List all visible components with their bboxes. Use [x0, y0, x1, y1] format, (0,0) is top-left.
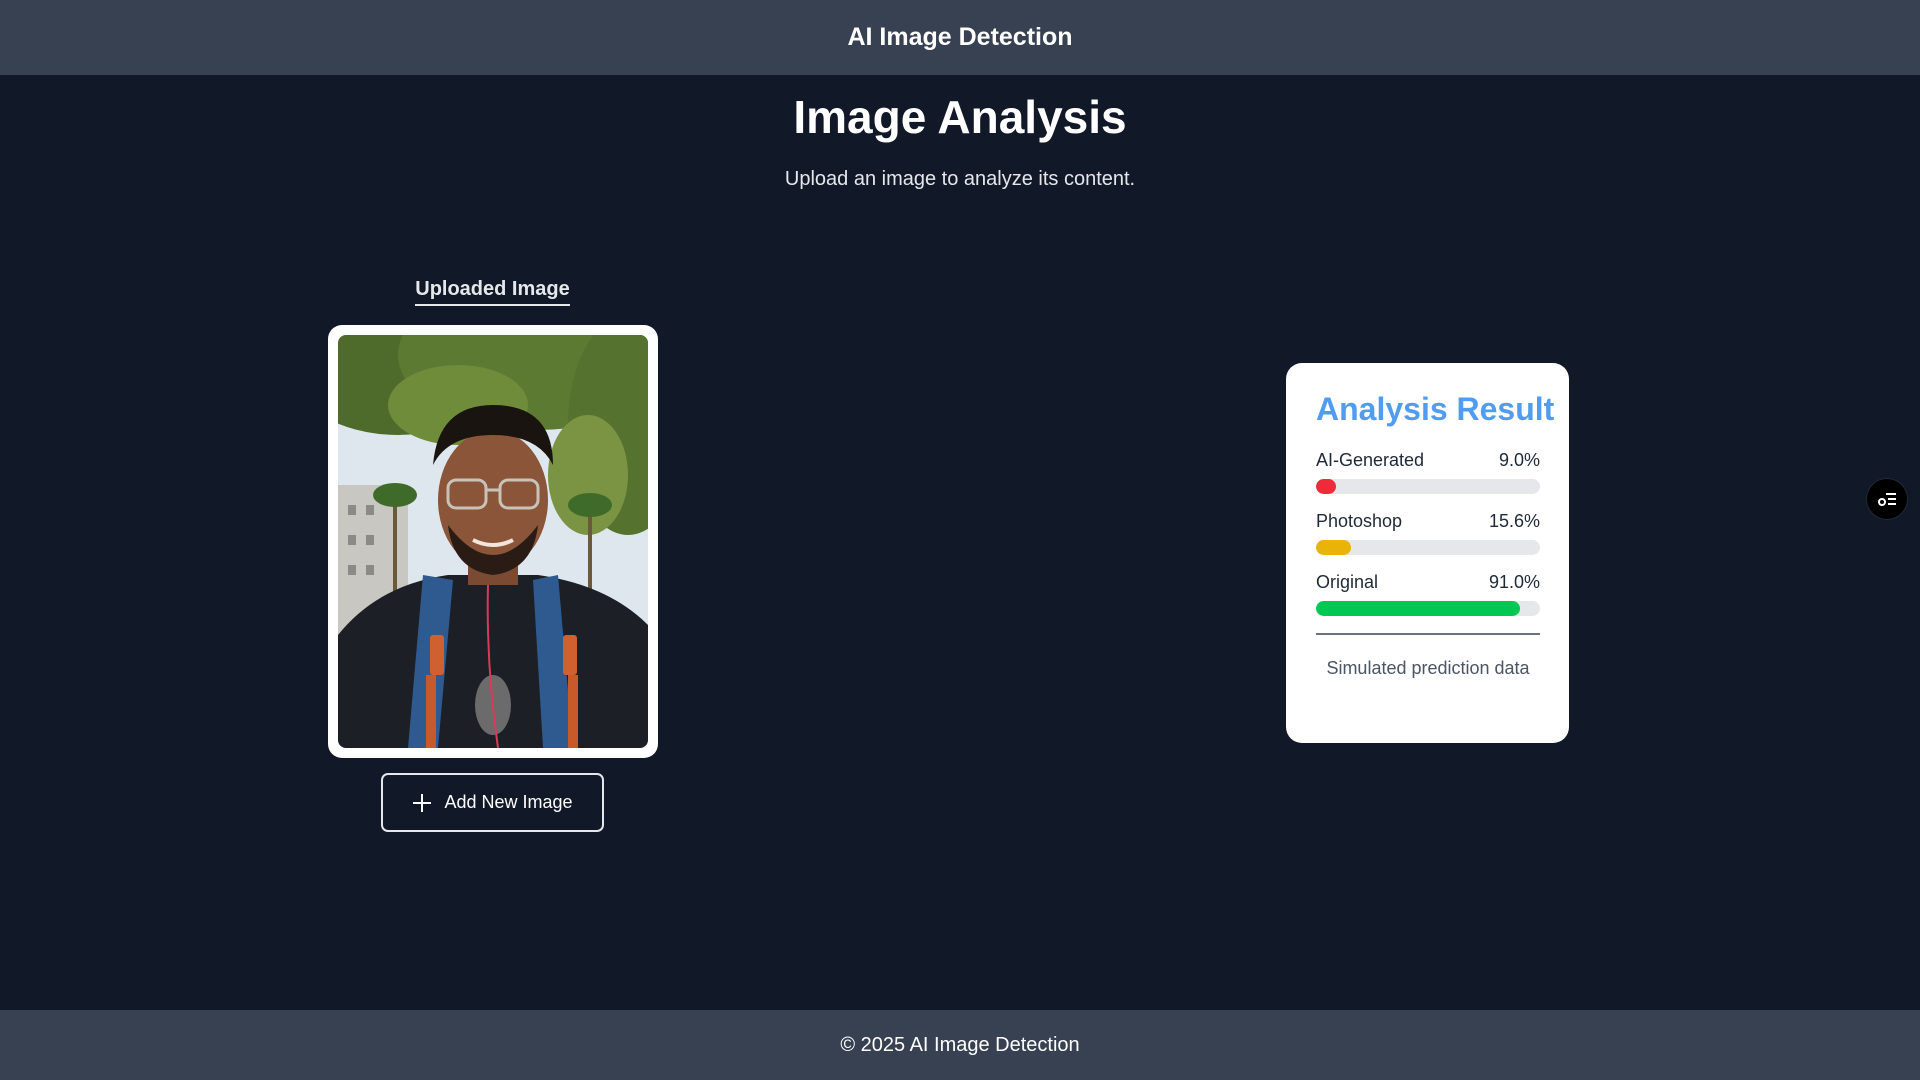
footer-copyright: © 2025 AI Image Detection — [840, 1033, 1080, 1056]
progress-fill — [1316, 479, 1337, 494]
progress-fill — [1316, 540, 1351, 555]
uploaded-image-frame — [328, 325, 658, 758]
progress-track — [1316, 540, 1540, 555]
metric-value: 91.0% — [1488, 572, 1540, 592]
analysis-result-title: Analysis Result — [1316, 391, 1555, 427]
analysis-result-card: Analysis Result AI-Generated 9.0% Photos… — [1286, 363, 1569, 743]
add-new-image-label: Add New Image — [444, 792, 573, 812]
page-title: Image Analysis — [793, 91, 1127, 143]
uploaded-photo — [338, 335, 648, 748]
plus-icon — [413, 793, 432, 812]
metric-label: AI-Generated — [1316, 450, 1425, 470]
metric-ai-generated: AI-Generated 9.0% — [1316, 450, 1540, 494]
floating-settings-button[interactable] — [1866, 478, 1908, 520]
progress-track — [1316, 479, 1540, 494]
metric-value: 15.6% — [1488, 511, 1540, 531]
result-footnote: Simulated prediction data — [1326, 658, 1530, 678]
page-subtitle: Upload an image to analyze its content. — [784, 168, 1136, 190]
metric-label: Original — [1316, 572, 1379, 592]
brand-title: AI Image Detection — [847, 23, 1073, 51]
settings-list-icon — [1878, 493, 1896, 506]
progress-fill — [1316, 601, 1520, 616]
metric-original: Original 91.0% — [1316, 572, 1540, 616]
top-navbar: AI Image Detection — [0, 0, 1920, 75]
uploaded-image-heading: Uploaded Image — [415, 278, 570, 306]
add-new-image-button[interactable]: Add New Image — [381, 773, 604, 832]
metric-label: Photoshop — [1316, 511, 1403, 531]
page-footer: © 2025 AI Image Detection — [0, 1010, 1920, 1080]
metric-photoshop: Photoshop 15.6% — [1316, 511, 1540, 555]
result-divider — [1316, 633, 1540, 635]
metric-value: 9.0% — [1498, 450, 1540, 470]
progress-track — [1316, 601, 1540, 616]
